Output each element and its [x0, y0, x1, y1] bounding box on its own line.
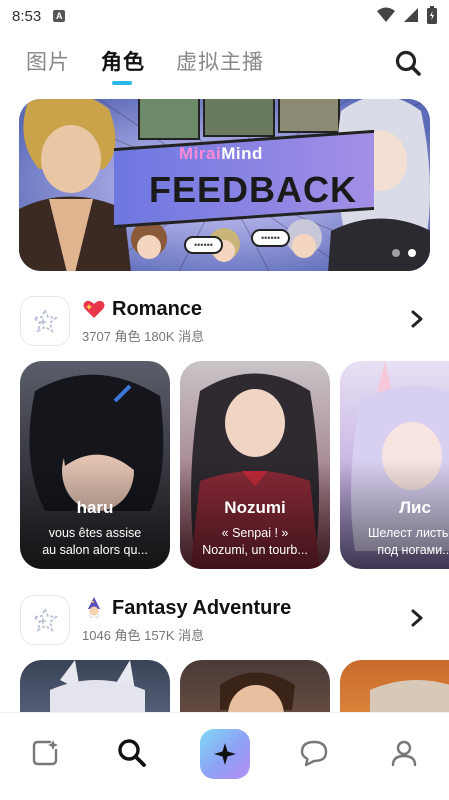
character-card[interactable]	[180, 660, 330, 712]
section-title: Romance	[82, 297, 202, 321]
pagination-dot[interactable]	[392, 249, 400, 257]
logo-part-b: Mind	[221, 144, 263, 163]
status-time: 8:53	[12, 7, 42, 25]
nav-profile[interactable]	[384, 733, 424, 773]
card-row-romance: haru vous êtes assise au salon alors qu.…	[20, 361, 449, 569]
category-icon-box	[20, 296, 70, 346]
section-meta: 3707 角色 180K 消息	[82, 329, 205, 344]
chevron-right-icon[interactable]	[406, 308, 428, 330]
battery-icon	[427, 6, 437, 24]
feedback-banner[interactable]: MiraiMind FEEDBACK •••••• ••••••	[19, 99, 430, 271]
section-title-text: Romance	[112, 297, 203, 320]
character-card[interactable]: Nozumi « Senpai ! » Nozumi, un tourb...	[180, 361, 330, 569]
section-title-text: Fantasy Adventure	[112, 596, 292, 619]
character-card[interactable]: Лис Шелест листьев под ногами...	[340, 361, 449, 569]
nav-create-character[interactable]	[25, 733, 65, 773]
card-description: « Senpai ! » Nozumi, un tourb...	[202, 526, 308, 557]
sparkle-badge-icon	[32, 308, 58, 333]
character-portrait	[220, 672, 295, 712]
card-description: Шелест листьев под ногами...	[367, 526, 449, 557]
character-portrait	[370, 680, 449, 712]
wifi-icon	[377, 7, 395, 22]
banner-pagination	[392, 249, 416, 257]
card-name: haru	[76, 498, 114, 517]
banner-title: FEEDBACK	[149, 169, 358, 210]
tab-images[interactable]: 图片	[26, 46, 70, 76]
tab-characters[interactable]: 角色	[101, 46, 145, 76]
heart-sparkle-icon	[83, 300, 105, 318]
pagination-dot-active[interactable]	[408, 249, 416, 257]
category-icon-box	[20, 595, 70, 645]
tab-vtubers[interactable]: 虚拟主播	[176, 46, 264, 76]
card-row-fantasy	[20, 660, 449, 712]
section-header-fantasy[interactable]: Fantasy Adventure 1046 角色 157K 消息	[20, 595, 430, 645]
status-indicators	[377, 6, 437, 24]
status-bar: 8:53 A	[0, 0, 449, 32]
card-description: vous êtes assise au salon alors qu...	[42, 526, 148, 557]
speech-bubble-a: ••••••	[184, 236, 223, 254]
logo-part-a: Mirai	[179, 144, 222, 163]
active-tab-indicator	[112, 81, 132, 85]
profile-icon	[391, 740, 417, 767]
banner-logo: MiraiMind	[179, 144, 263, 164]
chat-bubble-icon	[300, 740, 328, 767]
chevron-right-icon[interactable]	[406, 607, 428, 629]
speech-bubble-b: ••••••	[251, 229, 290, 247]
nav-explore[interactable]	[112, 733, 152, 773]
character-card[interactable]: haru vous êtes assise au salon alors qu.…	[20, 361, 170, 569]
search-icon	[395, 50, 421, 76]
signal-icon	[404, 8, 418, 22]
notification-icon: A	[53, 10, 66, 22]
sparkle-badge-icon	[32, 607, 58, 632]
character-card[interactable]	[20, 660, 170, 712]
create-sparkle-icon	[214, 743, 236, 765]
section-header-romance[interactable]: Romance 3707 角色 180K 消息	[20, 296, 430, 346]
nav-create-button[interactable]	[200, 729, 250, 779]
character-card[interactable]	[340, 660, 449, 712]
top-tabs: 图片 角色 虚拟主播	[0, 40, 449, 88]
section-meta: 1046 角色 157K 消息	[82, 628, 205, 643]
card-name: Nozumi	[224, 498, 286, 517]
search-icon	[118, 739, 146, 767]
bottom-navigation	[0, 712, 449, 800]
search-button[interactable]	[393, 48, 425, 80]
sparkle-square-icon	[32, 740, 58, 766]
section-title: Fantasy Adventure	[82, 596, 291, 620]
wizard-icon	[88, 597, 100, 618]
card-name: Лис	[399, 498, 431, 517]
nav-messages[interactable]	[294, 733, 334, 773]
character-portrait	[50, 660, 145, 712]
